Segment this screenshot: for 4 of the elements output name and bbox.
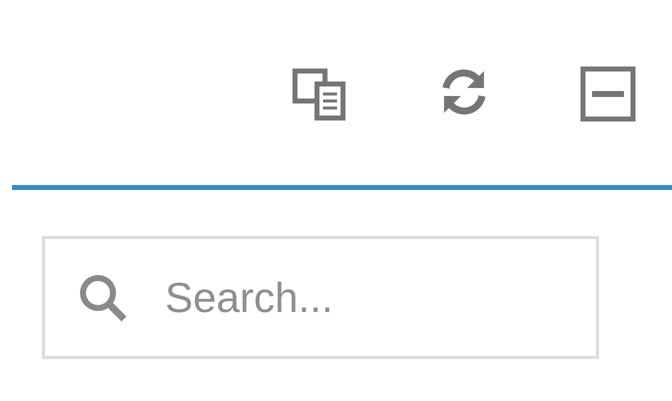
layout-icon[interactable]: [292, 66, 348, 122]
search-icon: [77, 272, 129, 324]
collapse-icon[interactable]: [580, 66, 636, 122]
search-field[interactable]: Search...: [42, 236, 599, 359]
